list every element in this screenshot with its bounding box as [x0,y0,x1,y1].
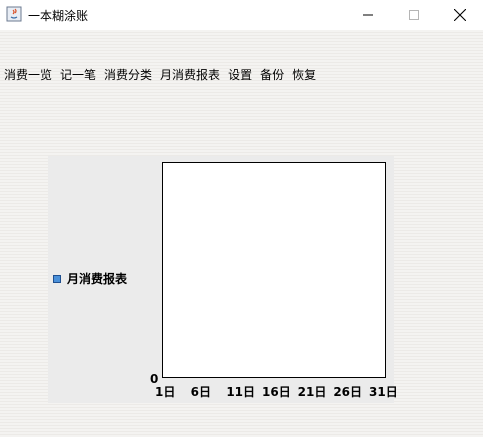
menu-bar: 消费一览 记一笔 消费分类 月消费报表 设置 备份 恢复 [4,66,324,84]
menu-item-overview[interactable]: 消费一览 [4,66,52,84]
x-tick-label: 16日 [262,385,291,399]
menu-item-monthly-report[interactable]: 月消费报表 [160,66,220,84]
maximize-button[interactable] [391,0,437,30]
menu-item-categories[interactable]: 消费分类 [104,66,152,84]
menu-item-add-record[interactable]: 记一笔 [60,66,96,84]
x-tick-label: 11日 [226,385,256,399]
menu-item-settings[interactable]: 设置 [228,66,252,84]
java-app-icon [6,6,22,22]
menu-item-backup[interactable]: 备份 [260,66,284,84]
x-tick-label: 31日 [369,385,398,399]
minimize-button[interactable] [345,0,391,30]
legend-swatch [53,274,61,283]
close-icon [454,9,466,21]
chart-legend: 月消费报表 [53,270,127,287]
close-button[interactable] [437,0,483,30]
title-bar: 一本糊涂账 [0,0,483,30]
window-title: 一本糊涂账 [28,9,89,23]
menu-item-restore[interactable]: 恢复 [292,66,316,84]
x-tick-label: 1日 [155,385,176,399]
minimize-icon [363,14,373,16]
x-tick-label: 21日 [297,385,327,399]
x-tick-label: 26日 [333,385,363,399]
plot-area [162,162,386,378]
legend-label: 月消费报表 [67,272,128,286]
x-tick-label: 6日 [190,385,212,399]
maximize-icon [409,10,419,20]
